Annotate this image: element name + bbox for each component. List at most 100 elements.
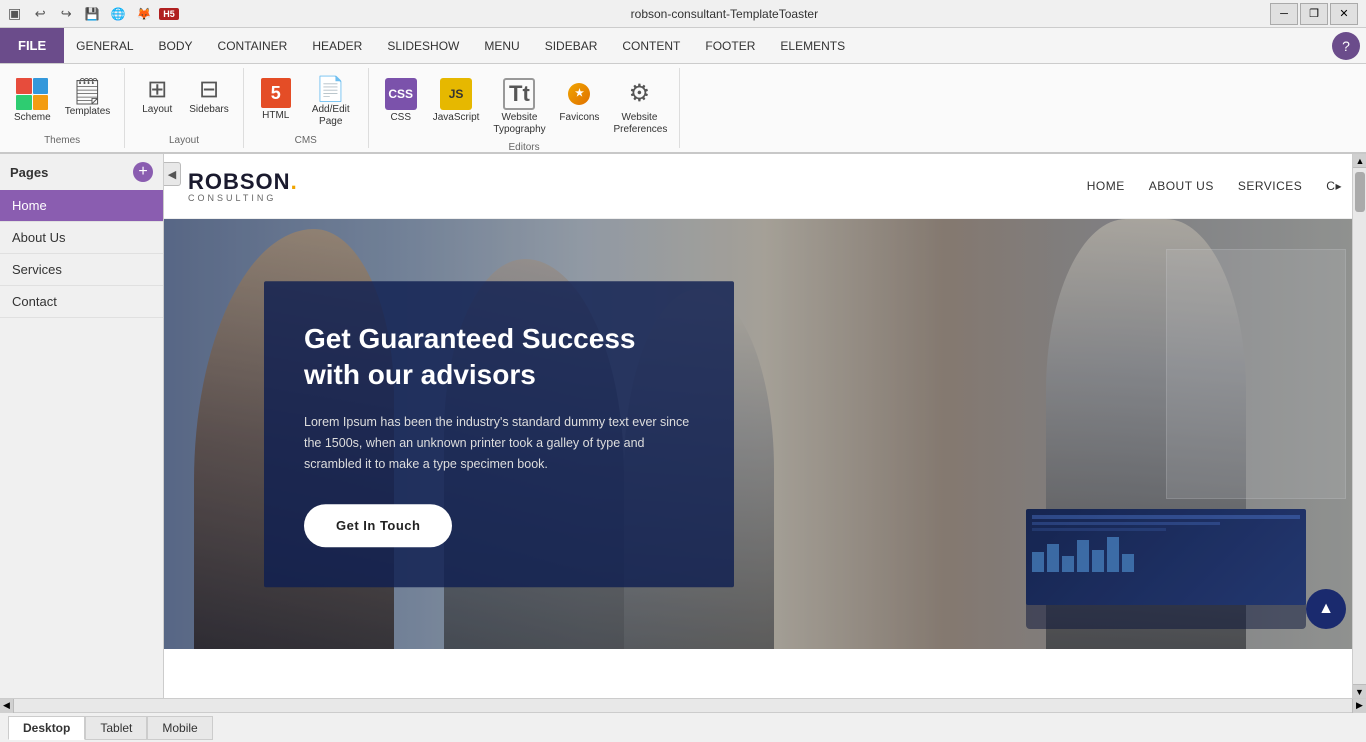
- nav-home[interactable]: HOME: [1087, 179, 1125, 193]
- menu-file[interactable]: FILE: [0, 28, 64, 63]
- templates-icon: 🗒: [71, 78, 104, 104]
- javascript-btn[interactable]: JS JavaScript: [427, 74, 486, 128]
- title-bar-left: ▣ ↩ ↪ 💾 🌐 🦊 H5: [8, 3, 179, 25]
- ribbon-group-cms: 5 HTML 📄 Add/Edit Page CMS: [244, 68, 369, 148]
- ribbon-group-layout: ⊞ Layout ⊟ Sidebars Layout: [125, 68, 243, 148]
- scroll-down-arrow[interactable]: ▼: [1353, 684, 1366, 698]
- website-preview: ROBSON. CONSULTING HOME ABOUT US SERVICE…: [164, 154, 1366, 698]
- themes-group-label: Themes: [44, 135, 80, 146]
- menu-sidebar[interactable]: SIDEBAR: [533, 28, 611, 63]
- sidebar-item-home[interactable]: Home: [0, 190, 163, 222]
- menu-container[interactable]: CONTAINER: [206, 28, 301, 63]
- hero-section: Get Guaranteed Successwith our advisors …: [164, 219, 1366, 649]
- websitetypo-label: Website Typography: [493, 112, 545, 136]
- layout-icon: ⊞: [147, 78, 167, 102]
- preview-logo: ROBSON. CONSULTING: [188, 169, 298, 203]
- sidebars-icon: ⊟: [199, 78, 219, 102]
- menu-footer[interactable]: FOOTER: [693, 28, 768, 63]
- horizontal-scrollbar: ◀ ▶: [0, 698, 1366, 712]
- menu-slideshow[interactable]: SLIDESHOW: [375, 28, 472, 63]
- collapse-sidebar-btn[interactable]: ◀: [164, 162, 181, 186]
- favicons-btn[interactable]: ★ Favicons: [553, 74, 605, 128]
- layout-label: Layout: [142, 104, 172, 116]
- vertical-scrollbar[interactable]: ▲ ▼: [1352, 154, 1366, 698]
- html-btn[interactable]: 5 HTML: [252, 74, 300, 126]
- scroll-thumb[interactable]: [1355, 172, 1365, 212]
- save-btn[interactable]: 💾: [81, 3, 103, 25]
- menu-body[interactable]: BODY: [147, 28, 206, 63]
- ribbon-spacer: [680, 68, 1366, 148]
- help-btn[interactable]: ?: [1332, 32, 1360, 60]
- menu-elements[interactable]: ELEMENTS: [768, 28, 858, 63]
- menu-menu[interactable]: MENU: [472, 28, 532, 63]
- templates-btn[interactable]: 🗒 Templates: [59, 74, 117, 122]
- hero-cta-btn[interactable]: Get In Touch: [304, 504, 452, 547]
- redo-btn[interactable]: ↪: [55, 3, 77, 25]
- html5-badge: H5: [159, 8, 179, 20]
- javascript-label: JavaScript: [433, 112, 480, 124]
- hero-content-box: Get Guaranteed Successwith our advisors …: [264, 281, 734, 587]
- canvas-area: ◀ ROBSON. CONSULTING HOME ABOUT US SERVI…: [164, 154, 1366, 698]
- themes-items: Scheme 🗒 Templates: [8, 70, 116, 133]
- css-label: CSS: [390, 112, 411, 124]
- main-area: Pages + Home About Us Services Contact ◀…: [0, 154, 1366, 698]
- css-icon: CSS: [385, 78, 417, 110]
- scroll-right-arrow[interactable]: ▶: [1352, 699, 1366, 713]
- menu-content[interactable]: CONTENT: [610, 28, 693, 63]
- pages-sidebar: Pages + Home About Us Services Contact: [0, 154, 164, 698]
- javascript-icon: JS: [440, 78, 472, 110]
- preview-logo-tagline: CONSULTING: [188, 193, 298, 203]
- sidebar-item-contact[interactable]: Contact: [0, 286, 163, 318]
- css-btn[interactable]: CSS CSS: [377, 74, 425, 128]
- templates-label: Templates: [65, 106, 111, 118]
- cms-items: 5 HTML 📄 Add/Edit Page: [252, 70, 360, 133]
- scroll-up-arrow[interactable]: ▲: [1353, 154, 1366, 168]
- nav-services[interactable]: SERVICES: [1238, 179, 1302, 193]
- window-controls: ─ ❐ ✕: [1270, 3, 1358, 25]
- addedit-btn[interactable]: 📄 Add/Edit Page: [302, 74, 360, 132]
- scroll-up-btn[interactable]: ▲: [1306, 589, 1346, 629]
- html-label: HTML: [262, 110, 289, 122]
- scrollbar-track[interactable]: [14, 699, 1352, 712]
- sidebar-item-about[interactable]: About Us: [0, 222, 163, 254]
- window-title: robson-consultant-TemplateToaster: [179, 7, 1270, 21]
- sidebars-btn[interactable]: ⊟ Sidebars: [183, 74, 234, 120]
- addedit-icon: 📄: [316, 78, 346, 102]
- favicons-icon: ★: [563, 78, 595, 110]
- undo-btn[interactable]: ↩: [29, 3, 51, 25]
- scheme-btn[interactable]: Scheme: [8, 74, 57, 128]
- browser-btn[interactable]: 🌐: [107, 3, 129, 25]
- menu-general[interactable]: GENERAL: [64, 28, 146, 63]
- websitepref-btn[interactable]: ⚙ Website Preferences: [607, 74, 671, 140]
- menu-header[interactable]: HEADER: [300, 28, 375, 63]
- cms-group-label: CMS: [295, 135, 317, 146]
- firefox-btn[interactable]: 🦊: [133, 3, 155, 25]
- logo-dot: .: [291, 169, 298, 194]
- preview-logo-name: ROBSON.: [188, 169, 298, 195]
- websitepref-icon: ⚙: [623, 78, 655, 110]
- addedit-label: Add/Edit Page: [308, 104, 354, 128]
- ribbon: Scheme 🗒 Templates Themes ⊞ Layout ⊟ Sid…: [0, 64, 1366, 154]
- layout-btn[interactable]: ⊞ Layout: [133, 74, 181, 120]
- maximize-btn[interactable]: ❐: [1300, 3, 1328, 25]
- sidebar-item-services[interactable]: Services: [0, 254, 163, 286]
- nav-about[interactable]: ABOUT US: [1149, 179, 1214, 193]
- websitetypo-btn[interactable]: Tt Website Typography: [487, 74, 551, 140]
- pages-title: Pages: [10, 165, 48, 180]
- nav-more[interactable]: C▸: [1326, 179, 1342, 193]
- scheme-label: Scheme: [14, 112, 51, 124]
- sidebars-label: Sidebars: [189, 104, 228, 116]
- layout-items: ⊞ Layout ⊟ Sidebars: [133, 70, 234, 133]
- title-bar: ▣ ↩ ↪ 💾 🌐 🦊 H5 robson-consultant-Templat…: [0, 0, 1366, 28]
- ribbon-group-editors: CSS CSS JS JavaScript Tt Website Typogra…: [369, 68, 681, 148]
- scheme-icon: [16, 78, 48, 110]
- close-btn[interactable]: ✕: [1330, 3, 1358, 25]
- editors-items: CSS CSS JS JavaScript Tt Website Typogra…: [377, 70, 672, 140]
- minimize-btn[interactable]: ─: [1270, 3, 1298, 25]
- preview-nav: ROBSON. CONSULTING HOME ABOUT US SERVICE…: [164, 154, 1366, 219]
- ribbon-group-themes: Scheme 🗒 Templates Themes: [0, 68, 125, 148]
- scroll-left-arrow[interactable]: ◀: [0, 699, 14, 713]
- hero-body: Lorem Ipsum has been the industry's stan…: [304, 412, 694, 476]
- add-page-btn[interactable]: +: [133, 162, 153, 182]
- app-icon: ▣: [8, 5, 21, 22]
